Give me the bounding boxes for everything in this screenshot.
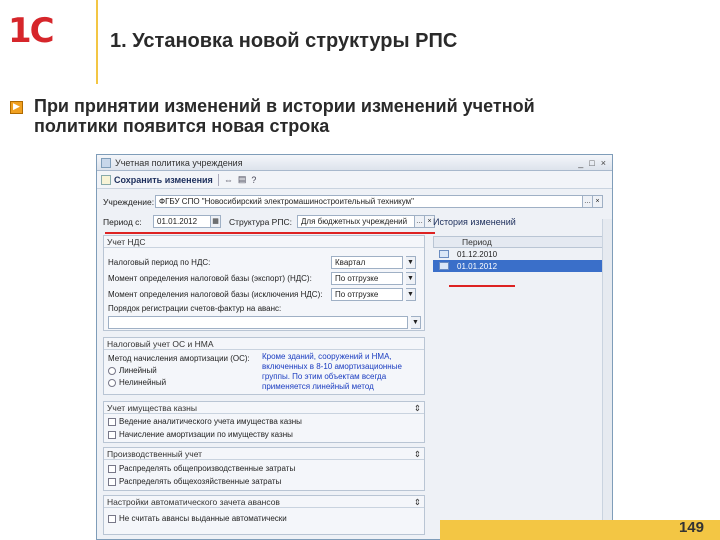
property-group-title: Учет имущества казны [107,403,197,413]
history-row-selected[interactable]: 01.01.2012 [433,260,611,272]
nonlinear-label: Нелинейный [119,378,167,387]
vat-base-export-dropdown[interactable]: ▼ [406,272,416,285]
structure-label: Структура РПС: [229,216,292,227]
print-icon[interactable]: ▤ [238,174,247,185]
advance-auto-label: Не считать авансы выданные автоматически [119,514,287,523]
lead-text: При принятии изменений в истории изменен… [34,96,535,136]
nonlinear-radio[interactable] [108,378,116,387]
org-open-button[interactable]: × [593,195,603,208]
advance-collapse-icon[interactable]: ⇕ [414,496,421,507]
window-icon [101,157,111,168]
accent-divider [96,0,98,84]
vat-base-exclusion-dropdown[interactable]: ▼ [406,288,416,301]
invoice-order-label: Порядок регистрации счетов-фактур на ава… [108,304,282,313]
maximize-button[interactable]: □ [589,158,594,168]
vat-group: Учет НДС Налоговый период по НДС: Кварта… [103,235,425,331]
window-title: Учетная политика учреждения [115,157,243,168]
record-icon [439,250,449,258]
property-analytics-checkbox[interactable] [108,417,116,426]
save-changes-button[interactable]: Сохранить изменения [101,174,213,185]
tax-group: Налоговый учет ОС и НМА Метод начисления… [103,337,425,395]
toolbar-separator [217,173,219,186]
overhead-costs-checkbox[interactable] [108,464,116,473]
structure-select[interactable]: Для бюджетных учреждений [297,215,415,228]
vertical-scrollbar[interactable] [602,219,612,539]
org-field[interactable]: ФГБУ СПО "Новосибирский электромашиностр… [155,195,583,208]
help-icon[interactable]: ? [251,175,256,185]
save-icon [101,174,111,185]
vat-base-exclusion-select[interactable]: По отгрузке [331,288,403,301]
tax-group-title: Налоговый учет ОС и НМА [107,339,214,349]
linear-label: Линейный [119,366,157,375]
slide-title: 1. Установка новой структуры РПС [110,30,458,52]
advance-group-title: Настройки автоматического зачета авансов [107,497,280,507]
policy-window: Учетная политика учреждения _ □ × Сохран… [96,154,613,540]
history-row[interactable]: 01.12.2010 [433,248,611,260]
vat-base-export-label: Момент определения налоговой базы (экспо… [108,274,312,283]
logo-mark: 1С [8,11,55,51]
period-field[interactable]: 01.01.2012 [153,215,211,228]
advance-auto-checkbox[interactable] [108,514,116,523]
property-group: Учет имущества казны ⇕ Ведение аналитичес… [103,401,425,443]
structure-dropdown-button[interactable]: … [415,215,425,228]
property-depreciation-checkbox[interactable] [108,430,116,439]
record-icon [439,262,449,270]
vat-period-dropdown[interactable]: ▼ [406,256,416,269]
property-depreciation-label: Начисление амортизации по имуществу казн… [119,430,293,439]
calendar-icon[interactable]: ▦ [211,215,221,228]
close-button[interactable]: × [601,158,606,168]
vat-period-select[interactable]: Квартал [331,256,403,269]
minimize-button[interactable]: _ [578,158,583,168]
overhead-costs-label: Распределять общепроизводственные затрат… [119,464,296,473]
history-column-header[interactable]: Период [433,236,611,248]
page-number: 149 [678,519,704,536]
property-collapse-icon[interactable]: ⇕ [414,402,421,413]
history-row-date: 01.01.2012 [457,261,498,271]
save-changes-label: Сохранить изменения [114,174,213,185]
production-group: Производственный учет ⇕ Распределять обще… [103,447,425,491]
general-costs-label: Распределять общехозяйственные затраты [119,477,282,486]
link-icon[interactable]: ⇔ [224,175,233,185]
org-select-button[interactable]: … [583,195,593,208]
invoice-order-dropdown[interactable]: ▼ [411,316,421,329]
invoice-order-field[interactable] [108,316,408,329]
history-highlight-underline [449,285,515,287]
property-analytics-label: Ведение аналитического учета имущества к… [119,417,302,426]
org-label: Учреждение: [103,196,155,207]
bullet-icon [10,101,23,114]
production-group-title: Производственный учет [107,449,203,459]
period-label: Период с: [103,216,142,227]
history-row-date: 01.12.2010 [457,249,498,259]
settings-pane: Учет НДС Налоговый период по НДС: Кварта… [103,235,425,539]
toolbar: Сохранить изменения ⇔ ▤ ? [97,171,612,189]
general-costs-checkbox[interactable] [108,477,116,486]
period-highlight-underline [105,232,435,234]
vat-group-title: Учет НДС [107,237,146,247]
linear-radio[interactable] [108,366,116,375]
advance-group: Настройки автоматического зачета авансов… [103,495,425,535]
logo: 1С [8,14,78,48]
history-pane: История изменений Период 01.12.2010 01.0… [433,217,611,539]
depreciation-method-label: Метод начисления амортизации (ОС): [108,354,250,363]
depreciation-note: Кроме зданий, сооружений и НМА, включенн… [262,352,402,391]
vat-base-export-select[interactable]: По отгрузке [331,272,403,285]
production-collapse-icon[interactable]: ⇕ [414,448,421,459]
window-titlebar: Учетная политика учреждения _ □ × [97,155,612,171]
vat-base-exclusion-label: Момент определения налоговой базы (исклю… [108,290,323,299]
history-title: История изменений [433,217,516,227]
vat-period-label: Налоговый период по НДС: [108,258,211,267]
